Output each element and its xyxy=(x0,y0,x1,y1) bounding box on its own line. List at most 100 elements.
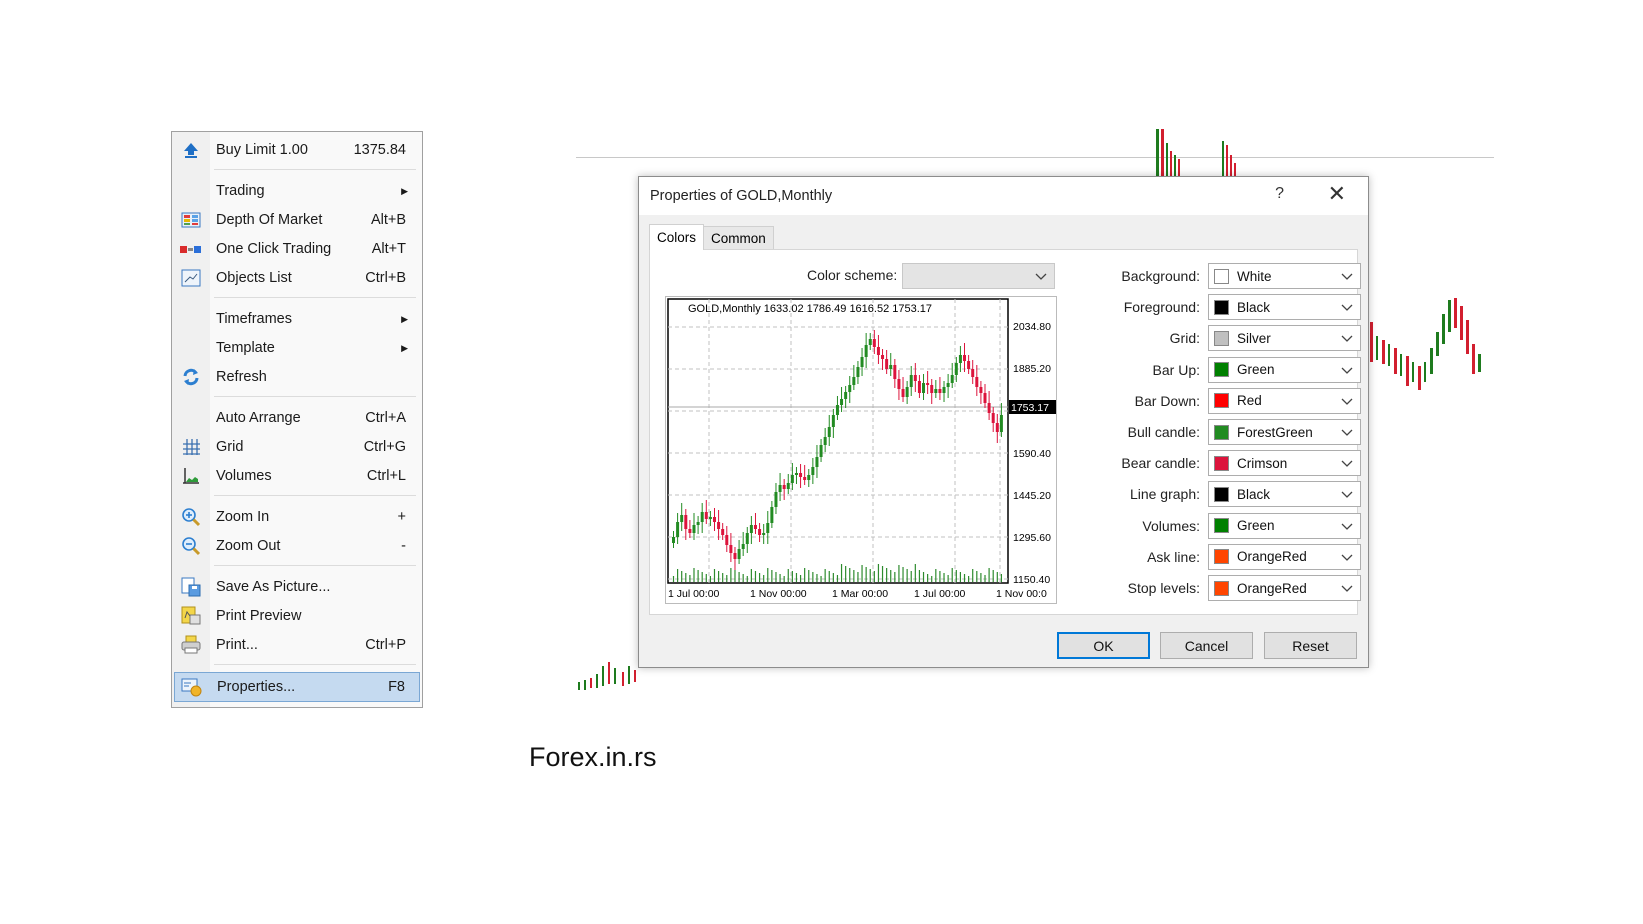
menu-item-refresh[interactable]: Refresh xyxy=(174,363,420,391)
dialog-titlebar[interactable]: Properties of GOLD,Monthly ? ✕ xyxy=(639,177,1368,215)
ask-line-color-select[interactable]: OrangeRed xyxy=(1208,543,1361,570)
y-tick-label: 1445.20 xyxy=(1013,490,1051,502)
submenu-arrow-icon: ▶ xyxy=(401,342,408,353)
color-scheme-label: Color scheme: xyxy=(807,267,898,283)
color-name: White xyxy=(1237,268,1272,284)
grid-icon xyxy=(174,438,208,456)
tab-common[interactable]: Common xyxy=(703,226,774,250)
color-name: Crimson xyxy=(1237,455,1288,471)
close-button[interactable]: ✕ xyxy=(1328,182,1346,206)
x-tick-label: 1 Nov 00:00 xyxy=(750,588,807,600)
stop-levels-color-select[interactable]: OrangeRed xyxy=(1208,575,1361,601)
reset-button[interactable]: Reset xyxy=(1264,632,1357,659)
one-click-trading-icon xyxy=(174,243,208,255)
candle-body xyxy=(852,377,856,385)
candle-body xyxy=(729,545,733,553)
properties-icon xyxy=(175,677,209,697)
color-scheme-select[interactable] xyxy=(902,263,1055,289)
candle-body xyxy=(958,355,962,363)
candle-body xyxy=(799,473,803,477)
foreground-color-select[interactable]: Black xyxy=(1208,294,1361,321)
bar-down-color-select[interactable]: Red xyxy=(1208,387,1361,414)
background-color-select[interactable]: White xyxy=(1208,263,1361,289)
candle-body xyxy=(967,361,971,369)
cancel-button[interactable]: Cancel xyxy=(1160,632,1253,659)
color-swatch xyxy=(1214,299,1229,315)
grid-color-select[interactable]: Silver xyxy=(1208,325,1361,352)
color-swatch xyxy=(1214,549,1229,565)
menu-item-properties[interactable]: Properties... F8 xyxy=(174,672,420,702)
submenu-arrow-icon: ▶ xyxy=(401,313,408,324)
candle-body xyxy=(917,381,921,393)
current-price-label: 1753.17 xyxy=(1011,402,1049,414)
color-name: Green xyxy=(1237,518,1275,534)
help-button[interactable]: ? xyxy=(1275,185,1284,203)
bar-up-color-select[interactable]: Green xyxy=(1208,356,1361,383)
save-picture-icon xyxy=(174,577,208,597)
property-label: Line graph: xyxy=(1129,486,1200,503)
candle-body xyxy=(975,377,979,387)
background-chart-price-line xyxy=(576,157,1494,158)
candle-body xyxy=(926,383,930,385)
menu-item-save-as-picture[interactable]: Save As Picture... xyxy=(174,573,420,601)
zoom-in-icon xyxy=(174,507,208,527)
candle-body xyxy=(868,339,872,345)
menu-item-depth-of-market[interactable]: Depth Of Market Alt+B xyxy=(174,206,420,234)
bull-candle-color-select[interactable]: ForestGreen xyxy=(1208,419,1361,445)
colors-panel: Color scheme: GOLD,Monthly 1633.02 1786.… xyxy=(649,249,1361,615)
bear-candle-color-select[interactable]: Crimson xyxy=(1208,450,1361,477)
menu-item-print[interactable]: Print... Ctrl+P xyxy=(174,631,420,659)
menu-item-timeframes[interactable]: Timeframes ▶ xyxy=(174,305,420,333)
property-label: Grid: xyxy=(1169,330,1200,347)
candle-body xyxy=(835,405,839,415)
candle-body xyxy=(794,473,798,475)
menu-item-trading[interactable]: Trading ▶ xyxy=(174,177,420,205)
property-row-background: Background: White xyxy=(1070,263,1361,289)
menu-item-one-click-trading[interactable]: One Click Trading Alt+T xyxy=(174,235,420,263)
candle-body xyxy=(872,339,876,347)
submenu-arrow-icon: ▶ xyxy=(401,185,408,196)
menu-item-volumes[interactable]: Volumes Ctrl+L xyxy=(174,462,420,490)
volumes-color-select[interactable]: Green xyxy=(1208,512,1361,539)
candle-body xyxy=(676,522,680,537)
candle-body xyxy=(712,517,716,522)
line-graph-color-select[interactable]: Black xyxy=(1208,481,1361,508)
property-label: Stop levels: xyxy=(1127,580,1200,596)
ok-button[interactable]: OK xyxy=(1057,632,1150,659)
candle-body xyxy=(991,413,995,423)
plot-area xyxy=(667,298,1009,584)
chart-preview-canvas: GOLD,Monthly 1633.02 1786.49 1616.52 175… xyxy=(667,298,1056,600)
print-icon xyxy=(174,635,208,655)
chevron-down-icon xyxy=(1341,398,1353,405)
property-row-line-graph: Line graph: Black xyxy=(1070,481,1361,508)
candle-body xyxy=(881,355,885,359)
candle-body xyxy=(827,427,831,437)
tab-colors[interactable]: Colors xyxy=(649,224,705,250)
property-label: Bar Up: xyxy=(1152,361,1200,378)
menu-item-template[interactable]: Template ▶ xyxy=(174,334,420,362)
menu-separator xyxy=(214,396,416,397)
menu-item-print-preview[interactable]: Print Preview xyxy=(174,602,420,630)
candle-body xyxy=(876,347,880,355)
color-swatch xyxy=(1214,455,1229,471)
candle-body xyxy=(741,544,745,549)
menu-item-buy-limit[interactable]: Buy Limit 1.00 1375.84 xyxy=(174,136,420,164)
watermark-text: Forex.in.rs xyxy=(529,742,657,772)
menu-item-objects-list[interactable]: Objects List Ctrl+B xyxy=(174,264,420,292)
candle-body xyxy=(897,379,901,389)
properties-dialog: Properties of GOLD,Monthly ? ✕ Colors Co… xyxy=(638,176,1369,668)
candle-body xyxy=(708,517,712,519)
color-name: Black xyxy=(1237,486,1271,502)
property-label: Bear candle: xyxy=(1121,455,1200,472)
menu-item-auto-arrange[interactable]: Auto Arrange Ctrl+A xyxy=(174,404,420,432)
y-tick-label: 1295.60 xyxy=(1013,532,1051,544)
menu-item-grid[interactable]: Grid Ctrl+G xyxy=(174,433,420,461)
candle-body xyxy=(811,467,815,475)
menu-item-zoom-out[interactable]: Zoom Out - xyxy=(174,532,420,560)
y-tick-label: 2034.80 xyxy=(1013,321,1051,333)
menu-item-zoom-in[interactable]: Zoom In + xyxy=(174,503,420,531)
color-name: ForestGreen xyxy=(1237,424,1313,440)
candle-body xyxy=(725,535,729,545)
x-tick-label: 1 Jul 00:00 xyxy=(914,588,966,600)
candle-body xyxy=(692,525,696,533)
